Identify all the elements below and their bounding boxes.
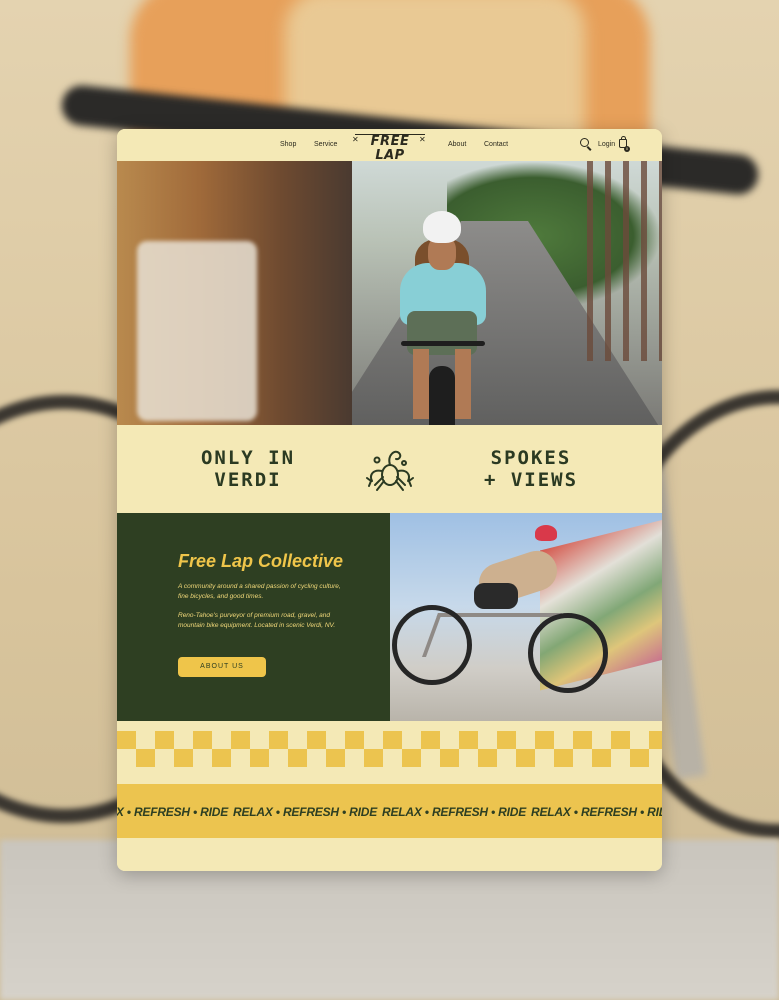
nav-link-service[interactable]: Service [314,141,337,148]
gravel-rider-helmet [535,525,557,541]
rider-leg-left [413,349,429,419]
collective-photo [390,513,662,721]
footer-strip [117,838,662,871]
banner-right-line-2: + VIEWS [483,469,579,491]
website-card: Shop Service ✕ FREE LAP RELAX · REFRESH … [117,129,662,871]
marquee-item: RELAX • REFRESH • RIDE [531,805,662,819]
checker-row-2 [117,749,662,767]
nav-link-about[interactable]: About [448,141,466,148]
slogan-marquee: RELAX • REFRESH • RIDE RELAX • REFRESH • … [117,784,662,838]
tagline-banner: ONLY IN VERDI SPOKES + VIEWS [117,425,662,513]
login-link[interactable]: Login [598,141,615,148]
marquee-item: RELAX • REFRESH • RIDE [382,805,527,819]
site-logo[interactable]: FREE LAP RELAX · REFRESH · RIDE [355,134,425,176]
banner-right-text: SPOKES + VIEWS [451,447,611,491]
about-us-button[interactable]: ABOUT US [178,657,266,677]
hero-bridge-truss [587,161,662,361]
collective-text-panel: Free Lap Collective A community around a… [117,513,390,721]
marquee-item: RELAX • REFRESH • RIDE [233,805,378,819]
top-navigation: Shop Service ✕ FREE LAP RELAX · REFRESH … [117,129,662,176]
logo-wordmark: FREE LAP [355,134,425,164]
collective-paragraph-1: A community around a shared passion of c… [178,583,341,600]
banner-right-line-1: SPOKES [490,447,572,469]
banner-left-text: ONLY IN VERDI [168,447,328,491]
logo-cross-right-icon: ✕ [419,135,426,144]
nav-link-shop[interactable]: Shop [280,141,296,148]
search-icon[interactable] [580,138,589,147]
hero-image [117,161,662,425]
bike-handlebar [401,341,485,346]
bike-front-wheel [429,366,455,425]
collective-title: Free Lap Collective [178,551,344,571]
banner-left-line-1: ONLY IN [200,447,296,469]
nav-link-contact[interactable]: Contact [484,141,508,148]
hero-rusty-girder [117,161,352,425]
gravel-bike-rear-wheel [392,605,472,685]
scorpion-emblem-icon [366,450,414,491]
marquee-track: RELAX • REFRESH • RIDE RELAX • REFRESH • … [117,803,662,821]
gravel-bike-front-wheel [528,613,608,693]
marquee-item: RELAX • REFRESH • RIDE [117,805,229,819]
rider-leg-right [455,349,471,419]
checker-row-1 [117,731,662,749]
gravel-rider-shorts [474,583,518,609]
cart-count-badge: 0 [624,146,630,152]
collective-paragraph-2: Reno-Tahoe's purveyor of premium road, g… [178,612,336,629]
banner-left-line-2: VERDI [214,469,282,491]
rider-helmet [423,211,461,243]
checkered-divider [117,721,662,775]
collective-section: Free Lap Collective A community around a… [117,513,662,721]
